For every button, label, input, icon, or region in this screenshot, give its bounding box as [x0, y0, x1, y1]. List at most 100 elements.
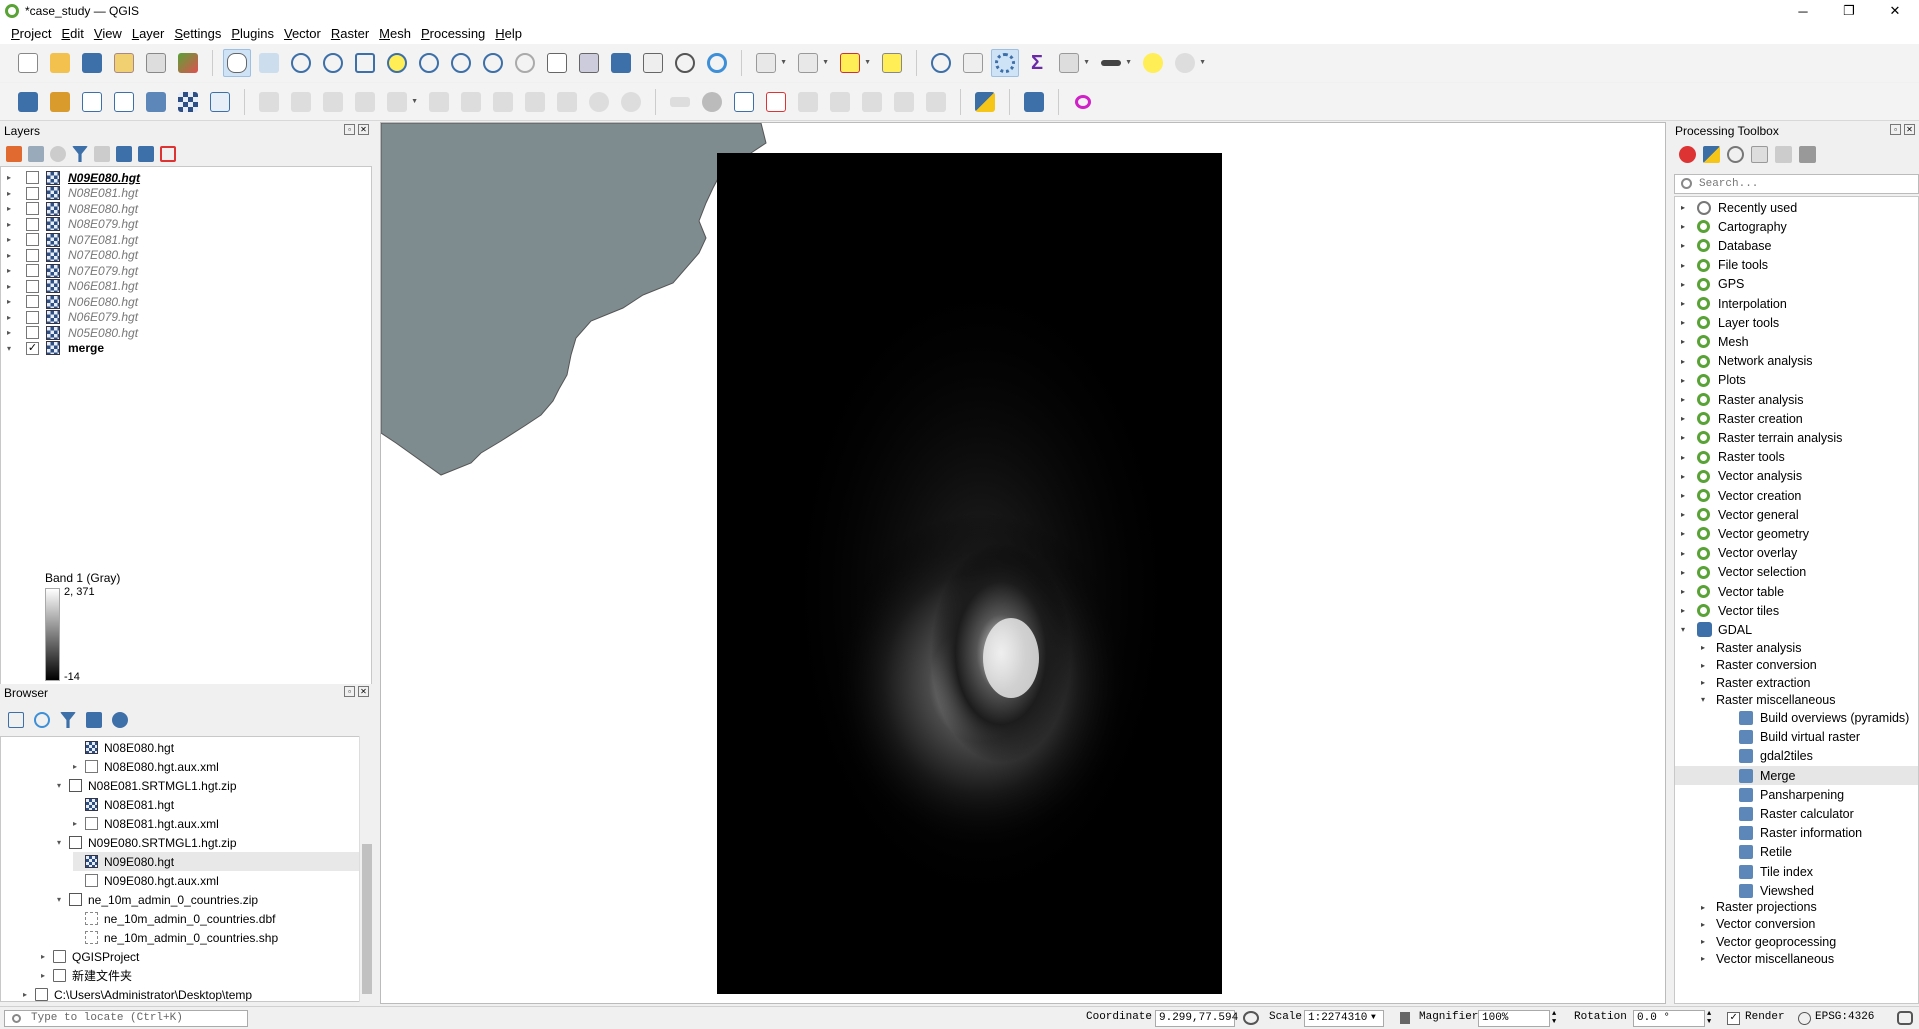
gdal-algorithm-gdal2tiles[interactable]: gdal2tiles [1675, 747, 1918, 766]
collapse-arrow-icon[interactable]: ▾ [1701, 695, 1705, 704]
layer-labeling-button[interactable] [730, 88, 758, 116]
expand-arrow-icon[interactable]: ▸ [7, 282, 11, 291]
layer-row-merge[interactable]: ▾ ✓ merge [1, 339, 371, 358]
expand-arrow-icon[interactable]: ▸ [1681, 568, 1685, 577]
collapse-all-icon[interactable] [138, 146, 154, 162]
expand-arrow-icon[interactable]: ▸ [23, 990, 35, 999]
change-label-button[interactable] [922, 88, 950, 116]
select-features-button[interactable]: ▼ [752, 49, 787, 77]
layer-visibility-checkbox[interactable] [26, 233, 39, 246]
refresh-button[interactable] [703, 49, 731, 77]
expand-arrow-icon[interactable]: ▸ [1681, 549, 1685, 558]
toolbox-group-vector-creation[interactable]: ▸ Vector creation [1675, 486, 1918, 505]
menu-vector[interactable]: Vector [279, 26, 326, 41]
filter-expression-icon[interactable] [94, 146, 110, 162]
save-project-button[interactable] [78, 49, 106, 77]
rotation-field[interactable]: 0.0 ° [1633, 1010, 1705, 1027]
menu-layer[interactable]: Layer [127, 26, 170, 41]
new-bookmark-button[interactable] [607, 49, 635, 77]
expand-arrow-icon[interactable]: ▸ [1701, 903, 1705, 912]
copy-features-button[interactable] [521, 88, 549, 116]
gdal-subgroup-raster-projections[interactable]: ▸ Raster projections [1675, 898, 1918, 917]
toolbox-group-plots[interactable]: ▸ Plots [1675, 371, 1918, 390]
toolbox-group-file-tools[interactable]: ▸ File tools [1675, 256, 1918, 275]
browser-item-qgisproject[interactable]: ▸ QGISProject [41, 947, 139, 966]
render-checkbox[interactable]: ✓ [1727, 1012, 1740, 1025]
magnifier-spinner[interactable]: ▲ ▼ [1552, 1010, 1556, 1026]
toolbox-group-raster-analysis[interactable]: ▸ Raster analysis [1675, 390, 1918, 409]
add-raster-button[interactable] [174, 88, 202, 116]
browser-item-n08e081-hgt[interactable]: N08E081.hgt [73, 795, 174, 814]
select-by-value-button[interactable]: ▼ [794, 49, 829, 77]
menu-edit[interactable]: Edit [56, 26, 88, 41]
expand-arrow-icon[interactable]: ▸ [1681, 280, 1685, 289]
expand-arrow-icon[interactable]: ▸ [1681, 241, 1685, 250]
float-panel-button[interactable]: ▫ [1890, 124, 1901, 135]
info-icon[interactable] [112, 712, 128, 728]
edit-features-in-place-icon[interactable] [1775, 146, 1792, 163]
options-icon[interactable] [1799, 146, 1816, 163]
gdal-algorithm-merge[interactable]: Merge [1675, 766, 1918, 786]
layer-visibility-checkbox[interactable] [26, 279, 39, 293]
python-console-button[interactable] [971, 88, 999, 116]
expand-arrow-icon[interactable]: ▸ [7, 204, 11, 213]
browser-item-n09e080-hgt[interactable]: N09E080.hgt [73, 852, 359, 871]
zoom-last-button[interactable] [479, 49, 507, 77]
layer-visibility-checkbox[interactable] [26, 171, 39, 184]
layer-visibility-checkbox[interactable] [26, 202, 39, 215]
expand-arrow-icon[interactable]: ▸ [7, 173, 11, 182]
gdal-subgroup-vector-miscellaneous[interactable]: ▸ Vector miscellaneous [1675, 949, 1918, 968]
close-panel-button[interactable]: ✕ [1904, 124, 1915, 135]
expand-arrow-icon[interactable]: ▸ [7, 220, 11, 229]
maximize-button[interactable]: ❐ [1826, 0, 1872, 22]
delete-selected-button[interactable] [457, 88, 485, 116]
close-panel-button[interactable]: ✕ [358, 686, 369, 697]
browser-vscrollbar[interactable] [359, 736, 373, 1002]
expand-arrow-icon[interactable]: ▸ [41, 971, 53, 980]
expand-arrow-icon[interactable]: ▸ [1681, 587, 1685, 596]
messages-icon[interactable] [1897, 1011, 1913, 1025]
toolbox-group-interpolation[interactable]: ▸ Interpolation [1675, 294, 1918, 313]
expand-arrow-icon[interactable]: ▸ [41, 952, 53, 961]
browser-item-n09e080-srtmgl1-hgt-zip[interactable]: ▾ N09E080.SRTMGL1.hgt.zip [57, 833, 237, 852]
remove-layer-icon[interactable] [160, 146, 176, 162]
show-hide-labels-button[interactable] [826, 88, 854, 116]
expand-arrow-icon[interactable]: ▸ [1681, 491, 1685, 500]
style-manager-button[interactable] [174, 49, 202, 77]
select-location-button[interactable] [878, 49, 906, 77]
processing-toolbox-button[interactable] [991, 49, 1019, 77]
gdal-algorithm-raster-calculator[interactable]: Raster calculator [1675, 805, 1918, 824]
gdal-algorithm-pansharpening[interactable]: Pansharpening [1675, 785, 1918, 804]
menu-settings[interactable]: Settings [169, 26, 226, 41]
layer-visibility-checkbox[interactable] [26, 186, 39, 200]
menu-processing[interactable]: Processing [416, 26, 490, 41]
expand-arrow-icon[interactable]: ▸ [1681, 357, 1685, 366]
expand-arrow-icon[interactable]: ▸ [73, 819, 85, 828]
collapse-arrow-icon[interactable]: ▾ [57, 895, 69, 904]
menu-mesh[interactable]: Mesh [374, 26, 416, 41]
data-source-manager-button[interactable] [14, 88, 42, 116]
add-vector-button[interactable] [78, 88, 106, 116]
zoom-next-button[interactable] [511, 49, 539, 77]
close-window-button[interactable]: ✕ [1872, 0, 1918, 22]
gdal-subgroup-raster-extraction[interactable]: ▸ Raster extraction [1675, 673, 1918, 692]
identify-button[interactable] [927, 49, 955, 77]
show-bookmarks-button[interactable] [639, 49, 667, 77]
gdal-algorithm-raster-information[interactable]: Raster information [1675, 824, 1918, 843]
measure-button[interactable]: ▼ [1097, 49, 1132, 77]
layer-visibility-checkbox[interactable] [26, 326, 39, 339]
new-map-view-button[interactable] [543, 49, 571, 77]
current-edits-button[interactable] [287, 88, 315, 116]
collapse-arrow-icon[interactable]: ▾ [57, 838, 69, 847]
toolbox-group-vector-selection[interactable]: ▸ Vector selection [1675, 563, 1918, 582]
expand-arrow-icon[interactable]: ▸ [7, 328, 11, 337]
open-project-button[interactable] [46, 49, 74, 77]
zoom-native-button[interactable] [447, 49, 475, 77]
toolbox-group-gps[interactable]: ▸ GPS [1675, 275, 1918, 294]
toolbox-search-input[interactable]: Search... [1674, 174, 1919, 194]
minimize-button[interactable]: ─ [1780, 0, 1826, 22]
browser-item-ne-10m-admin-0-countries-shp[interactable]: ne_10m_admin_0_countries.shp [73, 928, 278, 947]
pan-map-button[interactable] [223, 49, 251, 77]
digitize-button[interactable] [110, 88, 138, 116]
save-edits-button[interactable] [319, 88, 347, 116]
